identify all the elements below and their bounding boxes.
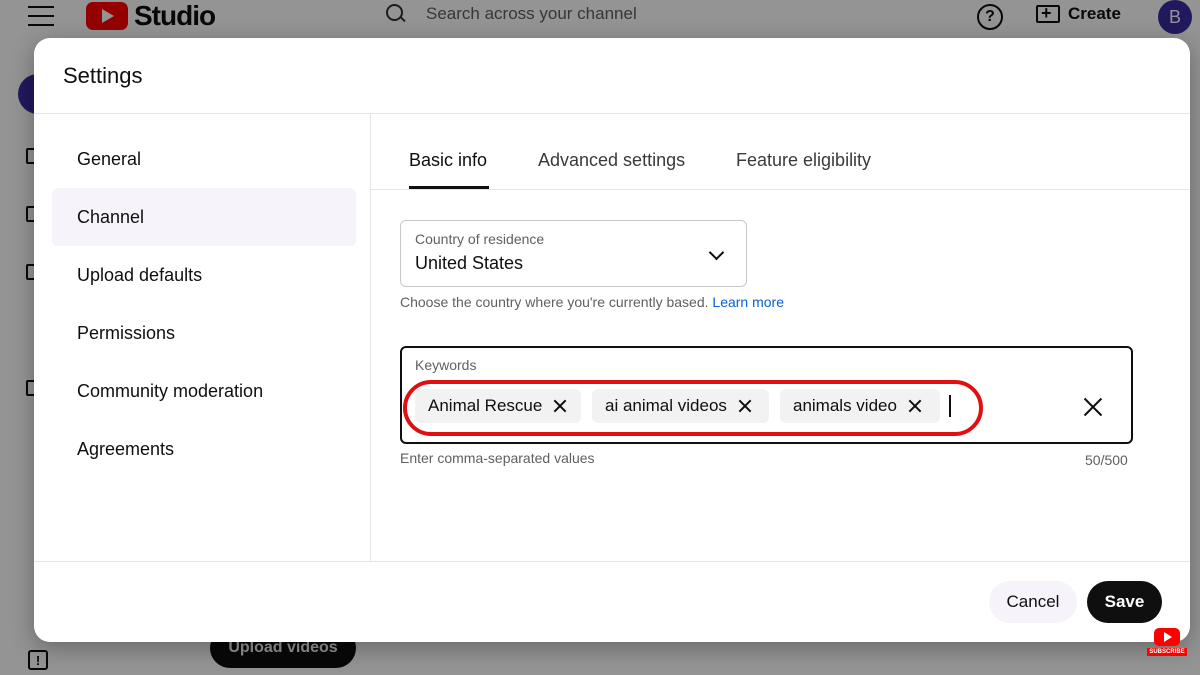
keyword-chip: ai animal videos — [592, 389, 769, 423]
cancel-button[interactable]: Cancel — [989, 581, 1077, 623]
clear-keywords-icon[interactable] — [1083, 397, 1103, 417]
nav-item-channel[interactable]: Channel — [52, 188, 356, 246]
keyword-chip: animals video — [780, 389, 940, 423]
tab-feature-eligibility[interactable]: Feature eligibility — [736, 150, 871, 171]
learn-more-link[interactable]: Learn more — [712, 294, 784, 310]
dialog-body: General Channel Upload defaults Permissi… — [34, 114, 1190, 561]
keyword-chip-label: ai animal videos — [605, 396, 727, 415]
keywords-help-text: Enter comma-separated values — [400, 450, 595, 466]
keywords-char-count: 50/500 — [1085, 452, 1128, 468]
nav-item-general[interactable]: General — [34, 130, 370, 188]
nav-item-upload-defaults[interactable]: Upload defaults — [34, 246, 370, 304]
keywords-input[interactable]: Keywords Animal Rescue ai animal videos … — [400, 346, 1133, 444]
active-tab-indicator — [409, 186, 489, 189]
keyword-chip-label: animals video — [793, 396, 897, 415]
remove-chip-icon[interactable] — [907, 398, 923, 414]
subscribe-badge: SUBSCRIBE — [1147, 628, 1187, 658]
dialog-title: Settings — [63, 62, 143, 88]
youtube-play-icon — [1154, 628, 1180, 646]
channel-settings-content: Basic info Advanced settings Feature eli… — [371, 114, 1190, 561]
country-select[interactable]: Country of residence United States — [400, 220, 747, 287]
settings-nav: General Channel Upload defaults Permissi… — [34, 114, 371, 561]
settings-dialog: Settings General Channel Upload defaults… — [34, 38, 1190, 642]
nav-item-agreements[interactable]: Agreements — [34, 420, 370, 478]
text-cursor — [949, 395, 951, 417]
country-help-message: Choose the country where you're currentl… — [400, 294, 709, 310]
dialog-header: Settings — [34, 38, 1190, 114]
country-label: Country of residence — [415, 231, 545, 247]
remove-chip-icon[interactable] — [552, 398, 568, 414]
keyword-chip: Animal Rescue — [415, 389, 581, 423]
nav-item-community-moderation[interactable]: Community moderation — [34, 362, 370, 420]
dialog-footer: Cancel Save — [34, 561, 1190, 642]
remove-chip-icon[interactable] — [737, 398, 753, 414]
country-help-text: Choose the country where you're currentl… — [400, 294, 784, 310]
tab-basic-info[interactable]: Basic info — [409, 150, 487, 171]
subscribe-text: SUBSCRIBE — [1147, 648, 1187, 656]
save-button[interactable]: Save — [1087, 581, 1162, 623]
settings-tabs: Basic info Advanced settings Feature eli… — [371, 114, 1189, 190]
tab-advanced-settings[interactable]: Advanced settings — [538, 150, 685, 171]
country-value: United States — [415, 253, 524, 273]
keyword-chip-label: Animal Rescue — [428, 396, 543, 415]
nav-item-permissions[interactable]: Permissions — [34, 304, 370, 362]
keywords-label: Keywords — [415, 357, 477, 373]
